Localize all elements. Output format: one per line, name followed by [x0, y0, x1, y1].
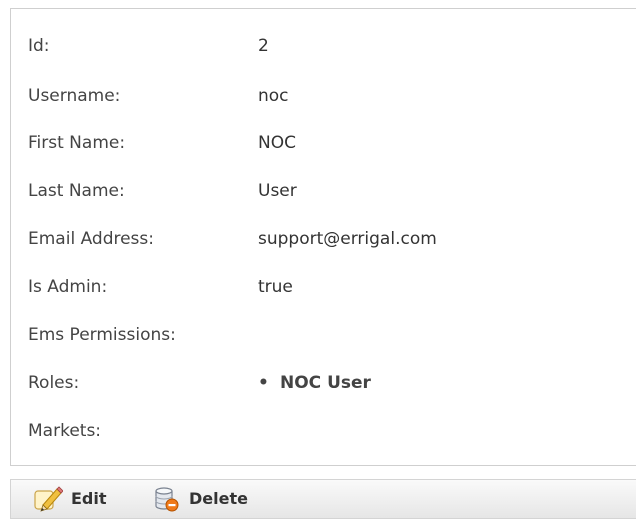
email-value: support@errigal.com: [258, 229, 437, 249]
email-label: Email Address:: [28, 229, 154, 249]
is-admin-value: true: [258, 277, 293, 297]
first-name-label: First Name:: [28, 133, 126, 153]
last-name-value: User: [258, 181, 297, 201]
username-label: Username:: [28, 86, 121, 106]
action-toolbar: Edit Delete: [10, 479, 636, 519]
role-list-item: • NOC User: [258, 370, 371, 396]
ems-permissions-label: Ems Permissions:: [28, 325, 176, 345]
id-label: Id:: [28, 36, 50, 56]
roles-list: • NOC User: [258, 370, 371, 396]
last-name-label: Last Name:: [28, 181, 125, 201]
roles-value: • NOC User: [258, 370, 371, 396]
roles-label: Roles:: [28, 373, 80, 393]
user-details-panel: Id: 2 Username: noc First Name: NOC Last…: [10, 8, 636, 466]
edit-button[interactable]: Edit: [33, 480, 123, 518]
markets-label: Markets:: [28, 421, 102, 441]
first-name-value: NOC: [258, 133, 296, 153]
pencil-edit-icon: [34, 486, 63, 512]
edit-button-label: Edit: [71, 489, 107, 508]
id-value: 2: [258, 36, 269, 56]
database-delete-icon: [155, 487, 179, 512]
is-admin-label: Is Admin:: [28, 277, 108, 297]
username-value: noc: [258, 86, 289, 106]
bullet-icon: •: [258, 373, 269, 393]
delete-button[interactable]: Delete: [151, 480, 271, 518]
role-name: NOC User: [280, 373, 371, 393]
delete-button-label: Delete: [189, 489, 248, 508]
